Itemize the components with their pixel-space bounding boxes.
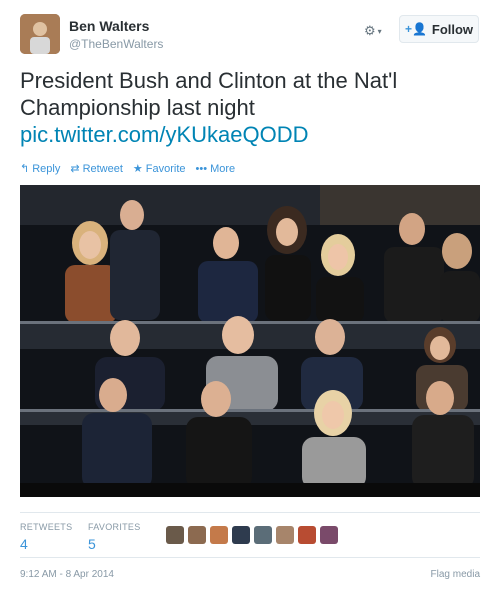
photo-illustration xyxy=(20,185,480,497)
more-label: More xyxy=(210,162,236,175)
follow-label: Follow xyxy=(431,21,474,37)
tweet-photo[interactable] xyxy=(20,185,480,497)
screen-name[interactable]: @TheBenWalters xyxy=(69,37,163,51)
favoriter-avatar[interactable] xyxy=(232,526,250,544)
user-actions-button[interactable]: ⚙ ▾ xyxy=(364,20,394,42)
favoriter-avatar[interactable] xyxy=(276,526,294,544)
add-user-icon: +👤 xyxy=(404,22,427,36)
favoriter-avatar[interactable] xyxy=(254,526,272,544)
retweets-label: RETWEETS xyxy=(20,522,73,532)
favoriter-avatars xyxy=(166,526,338,544)
favoriter-avatar[interactable] xyxy=(166,526,184,544)
gear-icon: ⚙ xyxy=(364,23,376,38)
retweet-icon: ⇄ xyxy=(70,163,80,175)
divider xyxy=(20,557,480,558)
reply-label: Reply xyxy=(32,162,61,175)
favoriter-avatar[interactable] xyxy=(320,526,338,544)
retweets-count[interactable]: 4 xyxy=(20,536,28,552)
favorite-action[interactable]: ★ Favorite xyxy=(132,162,186,176)
follow-button[interactable]: +👤 Follow xyxy=(399,15,479,43)
tweet-timestamp[interactable]: 9:12 AM - 8 Apr 2014 xyxy=(20,569,114,580)
more-icon: ••• xyxy=(195,162,208,175)
tweet-card: Ben Walters @TheBenWalters ⚙ ▾ +👤 Follow… xyxy=(0,0,500,600)
reply-action[interactable]: ↰ Reply xyxy=(20,162,61,176)
star-icon: ★ xyxy=(132,163,143,175)
more-action[interactable]: ••• More xyxy=(196,162,236,175)
favoriter-avatar[interactable] xyxy=(298,526,316,544)
favoriter-avatar[interactable] xyxy=(210,526,228,544)
favoriter-avatar[interactable] xyxy=(188,526,206,544)
flag-media-link[interactable]: Flag media xyxy=(431,569,480,580)
divider xyxy=(20,512,480,513)
tweet-text: President Bush and Clinton at the Nat'l … xyxy=(20,68,398,120)
tweet-actions: ↰ Reply ⇄ Retweet ★ Favorite ••• More xyxy=(20,162,236,176)
display-name[interactable]: Ben Walters xyxy=(69,18,149,34)
chevron-down-icon: ▾ xyxy=(377,26,382,36)
retweet-label: Retweet xyxy=(82,162,123,175)
favorite-label: Favorite xyxy=(145,162,186,175)
favorites-label: FAVORITES xyxy=(88,522,141,532)
reply-icon: ↰ xyxy=(20,163,30,175)
avatar[interactable] xyxy=(20,14,60,54)
tweet-media-link[interactable]: pic.twitter.com/yKUkaeQODD xyxy=(20,121,309,148)
favorites-count[interactable]: 5 xyxy=(88,536,96,552)
retweet-action[interactable]: ⇄ Retweet xyxy=(70,162,123,176)
